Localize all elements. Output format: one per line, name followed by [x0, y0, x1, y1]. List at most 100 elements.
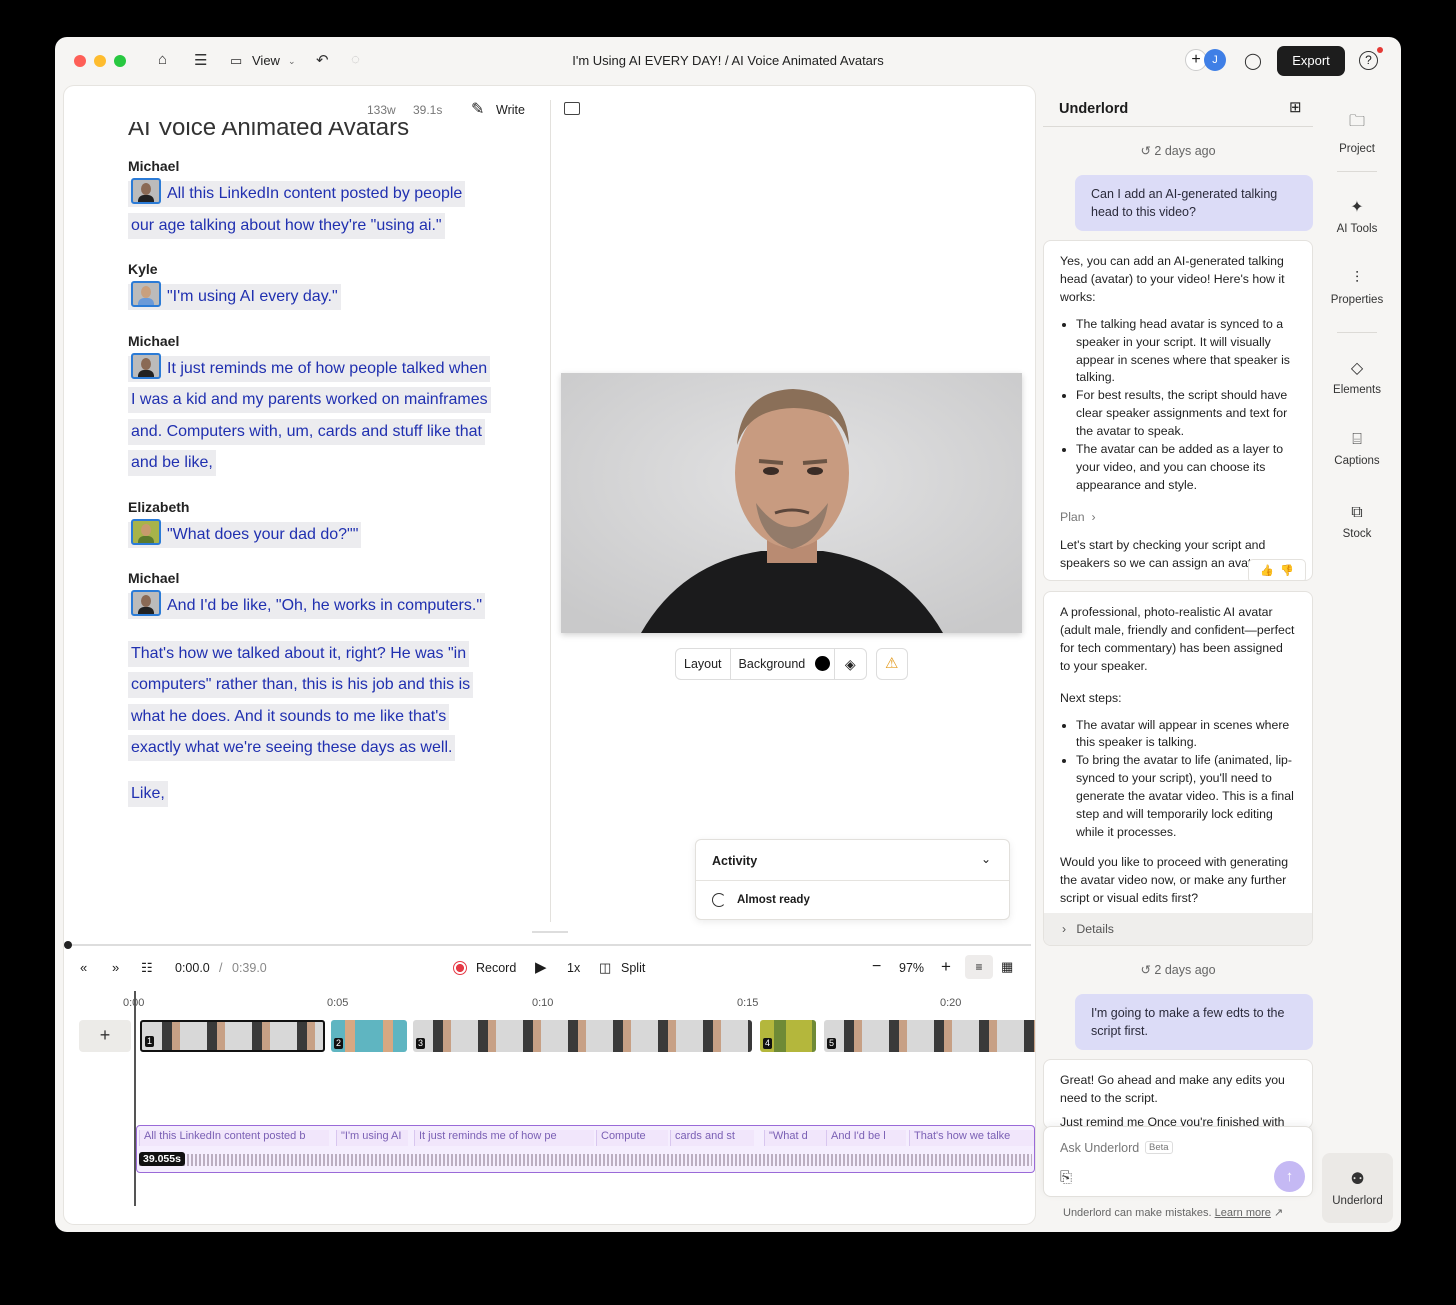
send-button[interactable]: ↑: [1274, 1161, 1305, 1192]
scene-clip[interactable]: 2: [331, 1020, 407, 1052]
activity-status: Almost ready: [737, 894, 810, 906]
speed-button[interactable]: 1x: [567, 961, 580, 975]
comment-icon[interactable]: ◯: [1244, 51, 1262, 71]
chapters-icon[interactable]: ☷: [141, 960, 153, 976]
disclaimer: Underlord can make mistakes. Learn more …: [1063, 1207, 1284, 1219]
split-icon[interactable]: ◫: [599, 960, 611, 976]
app-window: ⌂ ☰ ▭ View ⌄ ↶ ◌ I'm Using AI EVERY DAY!…: [55, 37, 1401, 1232]
speaker-avatar[interactable]: [131, 518, 161, 545]
playhead[interactable]: [134, 991, 136, 1206]
background-button[interactable]: Background: [730, 648, 835, 680]
layers-icon[interactable]: ◈: [834, 648, 867, 680]
speaker-avatar[interactable]: [131, 590, 161, 616]
preview-toolbar: Layout Background ◈ ⚠: [675, 648, 908, 680]
add-scene-button[interactable]: +: [79, 1020, 131, 1052]
audio-segment[interactable]: Compute: [596, 1130, 668, 1146]
user-message: Can I add an AI-generated talking head t…: [1075, 175, 1313, 231]
scene-clip[interactable]: 4: [760, 1020, 816, 1052]
details-toggle[interactable]: › Details: [1044, 913, 1312, 945]
script-paragraph: It just reminds me of how people talked …: [128, 352, 491, 476]
rail-project[interactable]: 🗀 Project: [1325, 110, 1389, 155]
rail-ai-tools[interactable]: ✦ AI Tools: [1325, 197, 1389, 235]
audio-segment[interactable]: All this LinkedIn content posted b: [139, 1130, 329, 1146]
speaker-name: Michael: [128, 570, 180, 586]
color-swatch[interactable]: [814, 656, 830, 671]
timestamp: ↺ 2 days ago: [1140, 963, 1216, 977]
rail-properties[interactable]: ⫶ Properties: [1325, 270, 1389, 306]
attachment-icon[interactable]: ⎘: [1060, 1169, 1072, 1186]
rail-underlord[interactable]: ⚉ Underlord: [1322, 1153, 1393, 1223]
layout-button[interactable]: Layout: [675, 648, 731, 680]
chevron-down-icon[interactable]: ⌄: [981, 852, 991, 866]
time-tick: 0:15: [737, 997, 759, 1009]
grid-view-icon[interactable]: ▦: [1001, 959, 1013, 975]
new-chat-icon[interactable]: ⊞: [1289, 98, 1302, 116]
scrubber-knob[interactable]: [64, 941, 72, 949]
resize-handle[interactable]: [532, 931, 568, 933]
scene-clip[interactable]: 1: [140, 1020, 325, 1052]
ai-message: A professional, photo-realistic AI avata…: [1043, 591, 1313, 946]
speaker-avatar[interactable]: [131, 352, 161, 379]
record-icon[interactable]: [453, 961, 467, 975]
timeline: « » ☷ 0:00.0 / 0:39.0 Record ▶ 1x ◫ Spli…: [64, 931, 1035, 1224]
activity-title[interactable]: Activity: [712, 854, 757, 868]
chat-input-box[interactable]: Ask Underlord Beta ⎘ ↑: [1043, 1126, 1313, 1197]
record-button[interactable]: Record: [476, 961, 516, 975]
user-message: I'm going to make a few edts to the scri…: [1075, 994, 1313, 1050]
script-paragraph[interactable]: Like,: [128, 780, 168, 807]
playhead-scrubber[interactable]: [68, 944, 1031, 946]
rail-stock[interactable]: ⧉ Stock: [1325, 504, 1389, 540]
script-paragraph: "I'm using AI every day.": [128, 281, 341, 310]
audio-segment[interactable]: "I'm using AI: [336, 1130, 408, 1146]
audio-segment[interactable]: cards and st: [670, 1130, 754, 1146]
zoom-level[interactable]: 97%: [899, 961, 924, 975]
pane-divider[interactable]: [550, 100, 551, 922]
title-bar: ⌂ ☰ ▭ View ⌄ ↶ ◌ I'm Using AI EVERY DAY!…: [55, 37, 1401, 85]
user-avatar[interactable]: J: [1204, 49, 1226, 71]
stock-icon: ⧉: [1351, 504, 1363, 521]
video-preview[interactable]: [561, 373, 1022, 633]
feedback-buttons[interactable]: 👍 👎: [1248, 559, 1306, 580]
script-paragraph: "What does your dad do?"": [128, 518, 362, 548]
speaker-name: Elizabeth: [128, 498, 190, 515]
skip-back-icon[interactable]: «: [80, 960, 87, 975]
chat-input-placeholder[interactable]: Ask Underlord: [1060, 1141, 1139, 1155]
time-tick: 0:10: [532, 997, 554, 1009]
audio-segment[interactable]: "What d: [764, 1130, 828, 1146]
fullscreen-icon[interactable]: [564, 102, 580, 115]
audio-segment[interactable]: And I'd be l: [826, 1130, 906, 1146]
rail-elements[interactable]: ◇ Elements: [1325, 358, 1389, 396]
warning-icon[interactable]: ⚠: [875, 648, 908, 680]
plan-toggle[interactable]: Plan ›: [1060, 509, 1296, 527]
help-icon[interactable]: ?: [1359, 51, 1378, 70]
export-button[interactable]: Export: [1277, 46, 1345, 76]
track-view-icon[interactable]: ≡: [965, 955, 993, 979]
speaker-avatar[interactable]: [131, 178, 161, 204]
underlord-panel: Underlord ⊞ ↺ 2 days ago Can I add an AI…: [1043, 86, 1325, 1224]
split-button[interactable]: Split: [621, 961, 645, 975]
scene-clip[interactable]: 5: [824, 1020, 1035, 1052]
speaker-avatar[interactable]: [131, 281, 161, 307]
audio-segment[interactable]: That's how we talke: [909, 1130, 1034, 1146]
audio-track[interactable]: All this LinkedIn content posted b "I'm …: [136, 1125, 1035, 1173]
learn-more-link[interactable]: Learn more: [1215, 1207, 1271, 1219]
speaker-name: Michael: [128, 332, 180, 349]
play-icon[interactable]: ▶: [535, 958, 547, 976]
rail-captions[interactable]: ⌸ Captions: [1325, 431, 1389, 467]
panel-title: Underlord: [1059, 101, 1129, 117]
zoom-out-icon[interactable]: −: [872, 958, 881, 976]
zoom-in-icon[interactable]: +: [941, 957, 951, 977]
duration-label: 39.1s: [413, 103, 443, 117]
audio-duration-badge: 39.055s: [139, 1152, 185, 1166]
script-body[interactable]: Michael All this LinkedIn content posted…: [128, 158, 491, 829]
skip-forward-icon[interactable]: »: [112, 960, 119, 975]
pen-icon[interactable]: ✎: [471, 99, 484, 119]
write-button[interactable]: Write: [496, 103, 525, 117]
activity-panel: Activity ⌄ Almost ready: [695, 839, 1010, 920]
script-paragraph[interactable]: That's how we talked about it, right? He…: [128, 640, 474, 761]
folder-icon: 🗀: [1348, 113, 1365, 130]
captions-icon: ⌸: [1352, 431, 1362, 448]
scene-clip[interactable]: 3: [413, 1020, 752, 1052]
audio-segment[interactable]: It just reminds me of how pe: [414, 1130, 594, 1146]
waveform: [139, 1154, 1032, 1166]
